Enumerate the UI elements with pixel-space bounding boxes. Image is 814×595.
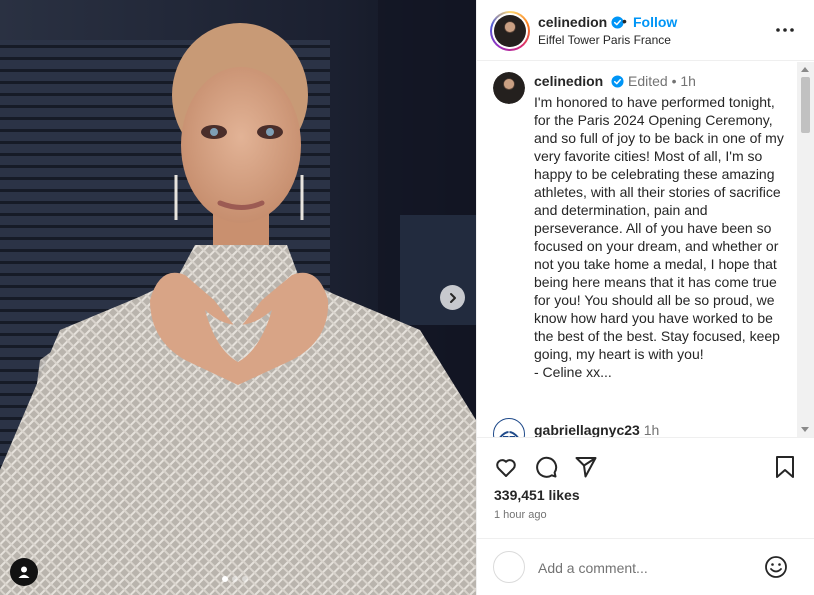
avatar: [499, 431, 519, 437]
carousel-indicator: [222, 576, 248, 582]
paper-plane-icon: [575, 457, 597, 478]
post-location[interactable]: Eiffel Tower Paris France: [538, 33, 671, 47]
comment-button[interactable]: [533, 454, 559, 480]
post-photo: [0, 0, 476, 595]
avatar: [494, 15, 526, 47]
scroll-down-arrow[interactable]: [801, 427, 809, 432]
like-button[interactable]: [493, 454, 519, 480]
caption-text: I'm honored to have performed tonight, f…: [534, 94, 784, 380]
comments-section: celinedion Edited • 1h I'm honored to ha…: [477, 62, 814, 438]
emoji-button[interactable]: [764, 555, 788, 579]
comment-time: 1h: [643, 422, 660, 438]
carousel-dot: [232, 576, 238, 582]
comment-input[interactable]: [538, 557, 758, 579]
caption-meta: Edited • 1h: [628, 73, 696, 89]
post-timestamp[interactable]: 1 hour ago: [494, 509, 547, 521]
user-tag-icon: [18, 566, 30, 578]
post-sidebar: celinedion • Follow Eiffel Tower Paris F…: [476, 0, 814, 595]
comment-header: gabriellagnyc23 1h: [534, 422, 660, 438]
bookmark-icon: [776, 456, 794, 478]
comment-avatar[interactable]: [493, 418, 525, 437]
save-button[interactable]: [772, 454, 798, 480]
follow-button[interactable]: Follow: [633, 14, 677, 30]
post-media[interactable]: [0, 0, 476, 595]
post-actions: [477, 450, 814, 482]
chevron-right-icon: [449, 292, 456, 303]
next-photo-button[interactable]: [440, 285, 465, 310]
story-ring[interactable]: [490, 11, 530, 51]
carousel-dot: [222, 576, 228, 582]
avatar: [493, 72, 525, 104]
author-username[interactable]: celinedion: [538, 14, 624, 30]
share-button[interactable]: [573, 454, 599, 480]
author-username-text: celinedion: [538, 14, 608, 30]
header-separator: •: [622, 13, 627, 29]
tagged-users-button[interactable]: [10, 558, 38, 586]
carousel-dot: [242, 576, 248, 582]
more-options-button[interactable]: [773, 20, 797, 40]
heart-icon: [496, 459, 516, 477]
more-options-icon: [776, 28, 794, 32]
comment-composer: [477, 538, 814, 595]
post-header: celinedion • Follow Eiffel Tower Paris F…: [477, 0, 814, 61]
scroll-thumb[interactable]: [801, 77, 810, 133]
comment-username[interactable]: gabriellagnyc23: [534, 422, 640, 437]
comment-bubble-icon: [536, 456, 558, 478]
caption-username[interactable]: celinedion: [534, 73, 603, 89]
caption-avatar[interactable]: [493, 72, 525, 104]
caption-header: celinedion Edited • 1h: [534, 73, 696, 89]
comments-scrollbar[interactable]: [797, 62, 814, 437]
current-user-avatar: [493, 551, 525, 583]
likes-count[interactable]: 339,451 likes: [494, 487, 580, 503]
emoji-smile-icon: [765, 556, 787, 578]
scroll-up-arrow[interactable]: [801, 67, 809, 72]
verified-badge-icon: [611, 75, 624, 88]
